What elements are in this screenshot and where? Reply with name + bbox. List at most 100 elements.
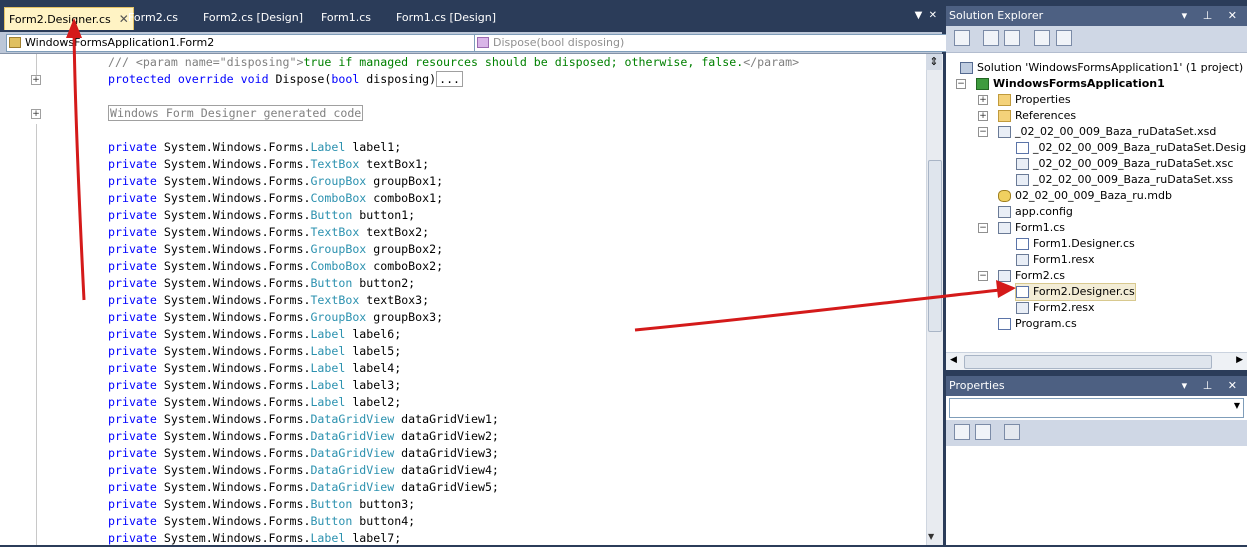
- split-handle-icon[interactable]: ⇕: [926, 54, 942, 70]
- type-combo[interactable]: WindowsFormsApplication1.Form2 ▼: [6, 34, 488, 52]
- code-token: System.Windows.Forms.: [156, 412, 311, 426]
- code-token: private: [108, 157, 157, 171]
- tab-form2-designer-cs[interactable]: Form2.Designer.cs ✕: [4, 7, 134, 30]
- code-line: private System.Windows.Forms.Label label…: [108, 343, 401, 360]
- tree-node[interactable]: _02_02_00_009_Baza_ruDataSet.Designer.cs: [1016, 140, 1247, 156]
- expand-icon[interactable]: +: [31, 109, 41, 119]
- expand-icon[interactable]: +: [978, 111, 988, 121]
- show-all-files-icon[interactable]: [983, 30, 999, 46]
- code-token: label5;: [345, 344, 402, 358]
- tree-node[interactable]: Program.cs: [998, 316, 1077, 332]
- collapse-icon[interactable]: −: [978, 127, 988, 137]
- solution-explorer-hscrollbar[interactable]: ◀ ▶: [946, 352, 1247, 370]
- code-token: System.Windows.Forms.: [156, 174, 311, 188]
- property-pages-icon[interactable]: [1004, 424, 1020, 440]
- class-diagram-icon[interactable]: [1056, 30, 1072, 46]
- code-token: private: [108, 327, 157, 341]
- tab-form2-cs[interactable]: Form2.cs: [124, 8, 182, 28]
- code-token: private: [108, 531, 157, 545]
- code-token: ...: [436, 71, 464, 87]
- code-token: true if managed resources should be disp…: [303, 55, 744, 69]
- tree-node[interactable]: WindowsFormsApplication1: [976, 76, 1165, 92]
- panel-buttons[interactable]: ▾ ⊥ ✕: [1182, 376, 1243, 396]
- collapse-icon[interactable]: −: [978, 271, 988, 281]
- tree-node-label: Form1.cs: [1015, 221, 1065, 234]
- code-token: System.Windows.Forms.: [156, 225, 311, 239]
- tree-node[interactable]: _02_02_00_009_Baza_ruDataSet.xsc: [1016, 156, 1233, 172]
- navigation-bar: WindowsFormsApplication1.Form2 ▼ Dispose…: [0, 32, 959, 54]
- code-token: ComboBox: [310, 191, 367, 205]
- panel-title: Properties: [949, 379, 1005, 392]
- tree-node-label: Form2.resx: [1033, 301, 1095, 314]
- code-token: private: [108, 140, 157, 154]
- tree-node[interactable]: Form1.resx: [1016, 252, 1095, 268]
- code-token: label4;: [345, 361, 402, 375]
- code-token: label6;: [345, 327, 402, 341]
- collapse-icon[interactable]: −: [956, 79, 966, 89]
- tree-node[interactable]: Solution 'WindowsFormsApplication1' (1 p…: [960, 60, 1243, 76]
- code-line: private System.Windows.Forms.Label label…: [108, 139, 401, 156]
- code-token: private: [108, 514, 157, 528]
- tree-node[interactable]: Form2.cs: [998, 268, 1065, 284]
- code-token: System.Windows.Forms.: [156, 293, 311, 307]
- code-token: TextBox: [310, 293, 360, 307]
- tree-node[interactable]: Form2.Designer.cs: [1015, 283, 1136, 301]
- tree-node[interactable]: Form1.Designer.cs: [1016, 236, 1135, 252]
- code-token: System.Windows.Forms.: [156, 344, 311, 358]
- tab-form2-cs-design[interactable]: Form2.cs [Design]: [199, 8, 307, 28]
- code-token: DataGridView: [310, 480, 395, 494]
- collapse-icon[interactable]: −: [978, 223, 988, 233]
- editor-margin: [0, 54, 30, 545]
- scrollbar-thumb[interactable]: [928, 160, 942, 332]
- properties-toolbar: [946, 420, 1247, 446]
- expand-icon[interactable]: +: [31, 75, 41, 85]
- class-icon: [9, 37, 21, 48]
- tree-node[interactable]: Form1.cs: [998, 220, 1065, 236]
- object-selector[interactable]: ▼: [949, 398, 1244, 418]
- panel-buttons[interactable]: ▾ ⊥ ✕: [1182, 6, 1243, 26]
- view-code-icon[interactable]: [1034, 30, 1050, 46]
- tree-node[interactable]: References: [998, 108, 1076, 124]
- refresh-icon[interactable]: [1004, 30, 1020, 46]
- code-token: private: [108, 429, 157, 443]
- code-token: dataGridView5;: [394, 480, 499, 494]
- properties-title-bar: Properties ▾ ⊥ ✕: [946, 376, 1247, 396]
- code-line: private System.Windows.Forms.TextBox tex…: [108, 156, 429, 173]
- tab-form1-cs-design[interactable]: Form1.cs [Design]: [392, 8, 500, 28]
- member-combo[interactable]: Dispose(bool disposing) ▼: [474, 34, 959, 52]
- tab-form1-cs[interactable]: Form1.cs: [317, 8, 375, 28]
- properties-toolbar-icon[interactable]: [954, 30, 970, 46]
- expand-icon[interactable]: +: [978, 95, 988, 105]
- code-token: private: [108, 259, 157, 273]
- code-token: dataGridView2;: [394, 429, 499, 443]
- tree-node[interactable]: Form2.resx: [1016, 300, 1095, 316]
- property-grid[interactable]: [946, 446, 1247, 545]
- code-token: button2;: [352, 276, 416, 290]
- tree-node[interactable]: 02_02_00_009_Baza_ru.mdb: [998, 188, 1172, 204]
- tree-node[interactable]: Properties: [998, 92, 1071, 108]
- tree-node[interactable]: _02_02_00_009_Baza_ruDataSet.xss: [1016, 172, 1233, 188]
- cs-file-icon: [1016, 238, 1029, 250]
- tab-label: Form1.cs [Design]: [396, 11, 497, 24]
- tree-node[interactable]: app.config: [998, 204, 1073, 220]
- scroll-left-icon[interactable]: ◀: [950, 355, 957, 365]
- tree-node-label: Program.cs: [1015, 317, 1077, 330]
- code-token: private: [108, 208, 157, 222]
- code-token: System.Windows.Forms.: [156, 463, 311, 477]
- categorized-icon[interactable]: [954, 424, 970, 440]
- code-line: private System.Windows.Forms.Button butt…: [108, 207, 415, 224]
- code-token: private: [108, 463, 157, 477]
- alphabetical-icon[interactable]: [975, 424, 991, 440]
- tab-dropdown-icon[interactable]: ▼ ✕: [915, 10, 937, 21]
- scroll-right-icon[interactable]: ▶: [1236, 355, 1243, 365]
- scroll-down-icon[interactable]: ▼: [928, 532, 934, 541]
- code-line: private System.Windows.Forms.DataGridVie…: [108, 428, 499, 445]
- code-line: private System.Windows.Forms.Label label…: [108, 360, 401, 377]
- scrollbar-thumb[interactable]: [964, 355, 1212, 369]
- code-token: label1;: [345, 140, 402, 154]
- tree-node[interactable]: _02_02_00_009_Baza_ruDataSet.xsd: [998, 124, 1216, 140]
- code-token: private: [108, 344, 157, 358]
- code-token: System.Windows.Forms.: [156, 514, 311, 528]
- solution-explorer-title-bar: Solution Explorer ▾ ⊥ ✕: [946, 6, 1247, 26]
- code-line: private System.Windows.Forms.ComboBox co…: [108, 258, 443, 275]
